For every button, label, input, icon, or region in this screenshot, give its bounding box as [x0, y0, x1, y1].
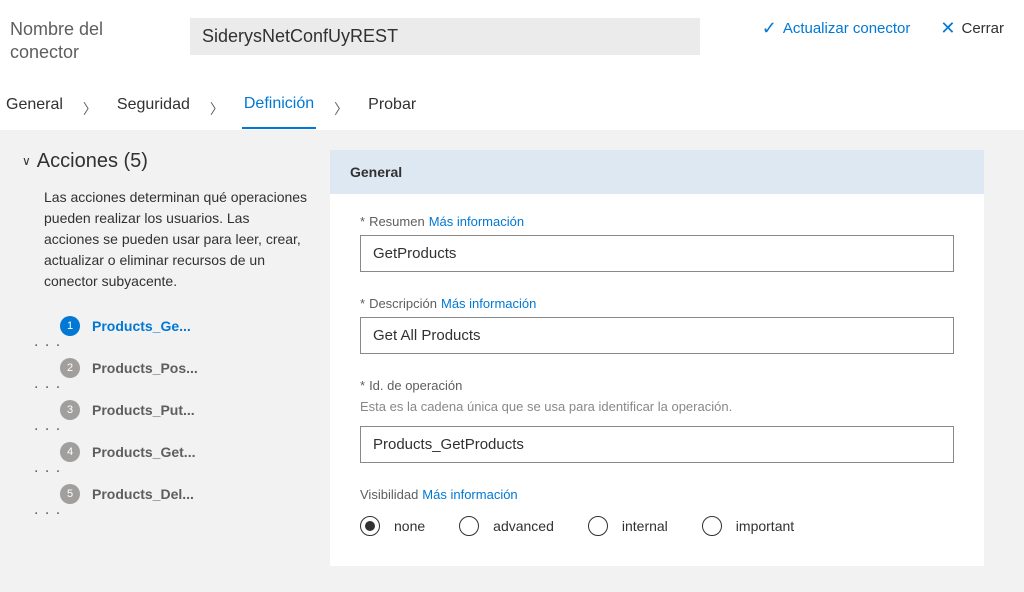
visibility-info-link[interactable]: Más información [422, 487, 517, 502]
action-more-menu[interactable]: . . . [22, 506, 308, 514]
close-button[interactable]: ✕ Cerrar [940, 18, 1004, 39]
action-more-menu[interactable]: . . . [22, 422, 308, 430]
action-label: Products_Get... [92, 444, 195, 460]
action-list: 1 Products_Ge... . . . 2 Products_Pos...… [22, 310, 308, 514]
radio-label: internal [622, 518, 668, 534]
action-item-5[interactable]: 5 Products_Del... [22, 478, 308, 506]
sidebar-title[interactable]: ∨ Acciones (5) [22, 150, 308, 173]
operation-id-label: Id. de operación [369, 378, 462, 393]
action-item-4[interactable]: 4 Products_Get... [22, 436, 308, 464]
connector-name-label: Nombre del conector [10, 18, 170, 65]
tab-definition[interactable]: Definición [242, 89, 316, 129]
action-number-badge: 1 [60, 316, 80, 336]
visibility-radio-group: none advanced internal important [360, 516, 954, 536]
tab-bar: General 〉 Seguridad 〉 Definición 〉 Proba… [0, 75, 1024, 130]
sidebar-description: Las acciones determinan qué operaciones … [22, 187, 308, 292]
description-info-link[interactable]: Más información [441, 296, 536, 311]
action-number-badge: 3 [60, 400, 80, 420]
action-number-badge: 5 [60, 484, 80, 504]
checkmark-icon: ✓ [762, 18, 777, 39]
summary-label: Resumen [369, 214, 425, 229]
tab-general[interactable]: General [4, 90, 65, 128]
chevron-down-icon: ∨ [22, 154, 31, 168]
close-label: Cerrar [961, 20, 1004, 37]
update-connector-label: Actualizar conector [783, 20, 911, 37]
sidebar-title-text: Acciones (5) [37, 150, 148, 173]
chevron-right-icon: 〉 [83, 99, 97, 119]
action-number-badge: 4 [60, 442, 80, 462]
connector-name-input[interactable] [190, 18, 700, 55]
required-indicator: * [360, 296, 365, 311]
tab-security[interactable]: Seguridad [115, 90, 192, 128]
action-item-3[interactable]: 3 Products_Put... [22, 394, 308, 422]
visibility-label: Visibilidad [360, 487, 418, 502]
update-connector-button[interactable]: ✓ Actualizar conector [762, 18, 911, 39]
action-more-menu[interactable]: . . . [22, 380, 308, 388]
action-more-menu[interactable]: . . . [22, 464, 308, 472]
close-icon: ✕ [940, 18, 955, 39]
visibility-option-advanced[interactable]: advanced [459, 516, 554, 536]
summary-input[interactable] [360, 235, 954, 272]
summary-info-link[interactable]: Más información [429, 214, 524, 229]
action-item-2[interactable]: 2 Products_Pos... [22, 352, 308, 380]
action-label: Products_Pos... [92, 360, 198, 376]
action-label: Products_Ge... [92, 318, 191, 334]
visibility-option-none[interactable]: none [360, 516, 425, 536]
visibility-option-internal[interactable]: internal [588, 516, 668, 536]
action-more-menu[interactable]: . . . [22, 338, 308, 346]
radio-label: advanced [493, 518, 554, 534]
sidebar: ∨ Acciones (5) Las acciones determinan q… [0, 130, 330, 592]
radio-icon [459, 516, 479, 536]
radio-icon [588, 516, 608, 536]
required-indicator: * [360, 378, 365, 393]
description-input[interactable] [360, 317, 954, 354]
action-label: Products_Del... [92, 486, 194, 502]
description-label: Descripción [369, 296, 437, 311]
required-indicator: * [360, 214, 365, 229]
operation-id-input[interactable] [360, 426, 954, 463]
tab-test[interactable]: Probar [366, 90, 418, 128]
radio-label: none [394, 518, 425, 534]
radio-icon [702, 516, 722, 536]
operation-id-hint: Esta es la cadena única que se usa para … [360, 399, 954, 414]
action-number-badge: 2 [60, 358, 80, 378]
radio-icon [360, 516, 380, 536]
chevron-right-icon: 〉 [210, 99, 224, 119]
panel-header: General [330, 150, 984, 194]
action-item-1[interactable]: 1 Products_Ge... [22, 310, 308, 338]
visibility-option-important[interactable]: important [702, 516, 794, 536]
chevron-right-icon: 〉 [334, 99, 348, 119]
action-label: Products_Put... [92, 402, 195, 418]
radio-label: important [736, 518, 794, 534]
